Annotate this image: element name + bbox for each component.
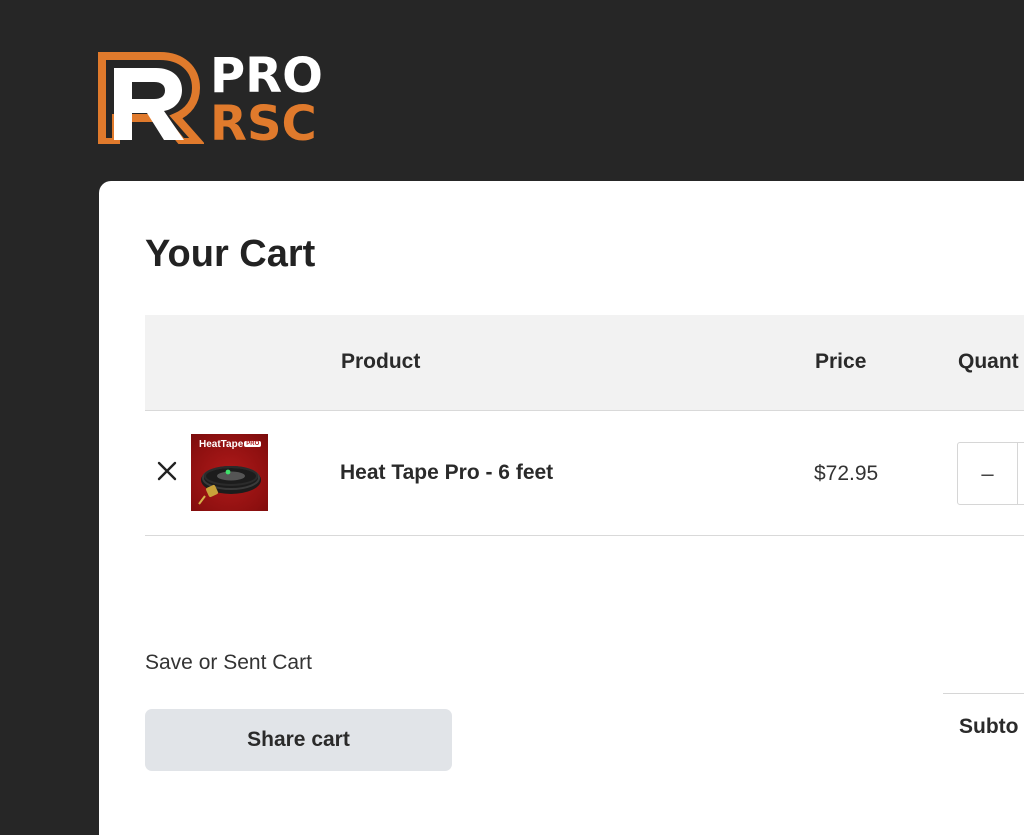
logo-rsc-text: RSC: [210, 96, 317, 152]
column-header-price: Price: [815, 350, 867, 373]
logo-wordmark: PRO RSC: [210, 48, 323, 152]
cart-table-header: Product Price Quant: [145, 315, 1024, 411]
product-thumbnail[interactable]: HeatTape PRO: [191, 434, 268, 511]
logo-mark-icon: [98, 52, 204, 144]
product-price: $72.95: [814, 462, 879, 485]
subtotal-label: Subto: [959, 715, 1019, 738]
page-title: Your Cart: [145, 233, 316, 275]
cart-card: Your Cart Product Price Quant HeatTape PR…: [99, 181, 1024, 835]
logo-pro-text: PRO: [210, 48, 323, 104]
cart-page: PRO RSC Your Cart Product Price Quant He…: [0, 0, 1024, 835]
column-header-quantity: Quant: [958, 350, 1019, 373]
save-cart-label: Save or Sent Cart: [145, 651, 312, 674]
quantity-stepper: –: [957, 442, 1024, 505]
cart-item-row: HeatTape PRO Heat Tape Pro - 6 feet $72.9…: [145, 411, 1024, 536]
column-header-product: Product: [341, 350, 421, 373]
share-cart-button[interactable]: Share cart: [145, 709, 452, 771]
close-icon[interactable]: [156, 460, 178, 482]
quantity-decrement-button[interactable]: –: [958, 443, 1018, 504]
product-name-link[interactable]: Heat Tape Pro - 6 feet: [340, 461, 553, 485]
site-logo[interactable]: PRO RSC: [98, 48, 338, 152]
totals-divider: [943, 693, 1024, 694]
heat-tape-coil-icon: [198, 466, 261, 505]
